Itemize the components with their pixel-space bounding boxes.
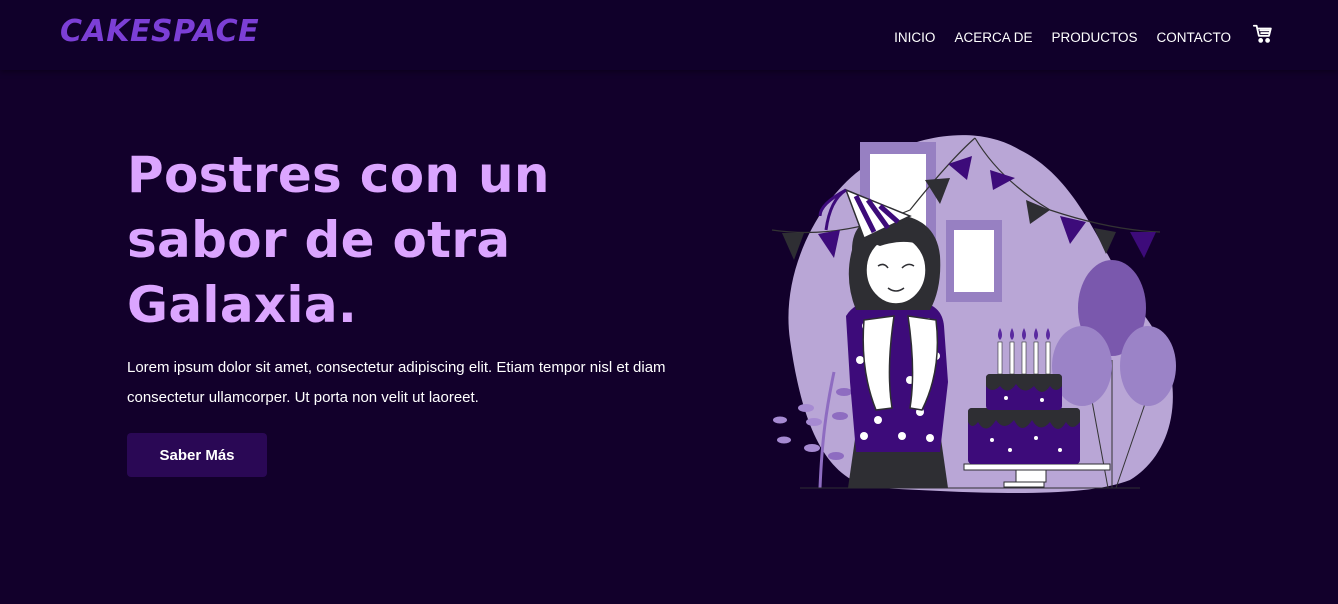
nav-link-acerca-de[interactable]: ACERCA DE (954, 22, 1032, 45)
hero-title-line-1: Postres con un (127, 146, 550, 204)
cart-icon[interactable] (1252, 23, 1274, 45)
hero-title-line-2: sabor de otra (127, 211, 511, 269)
hero-title-line-3: Galaxia. (127, 276, 358, 334)
nav-link-productos[interactable]: PRODUCTOS (1051, 22, 1137, 45)
nav-menu: INICIO ACERCA DE PRODUCTOS CONTACTO (894, 22, 1274, 45)
nav-link-inicio[interactable]: INICIO (894, 22, 935, 45)
hero-title: Postres con un sabor de otra Galaxia. (127, 143, 647, 338)
navbar: CAKESPACE INICIO ACERCA DE PRODUCTOS CON… (0, 0, 1338, 70)
saber-mas-button[interactable]: Saber Más (127, 433, 267, 477)
birthday-illustration (771, 135, 1176, 493)
hero-description: Lorem ipsum dolor sit amet, consectetur … (127, 359, 666, 406)
brand-logo[interactable]: CAKESPACE (60, 14, 259, 49)
nav-link-contacto[interactable]: CONTACTO (1156, 22, 1231, 45)
